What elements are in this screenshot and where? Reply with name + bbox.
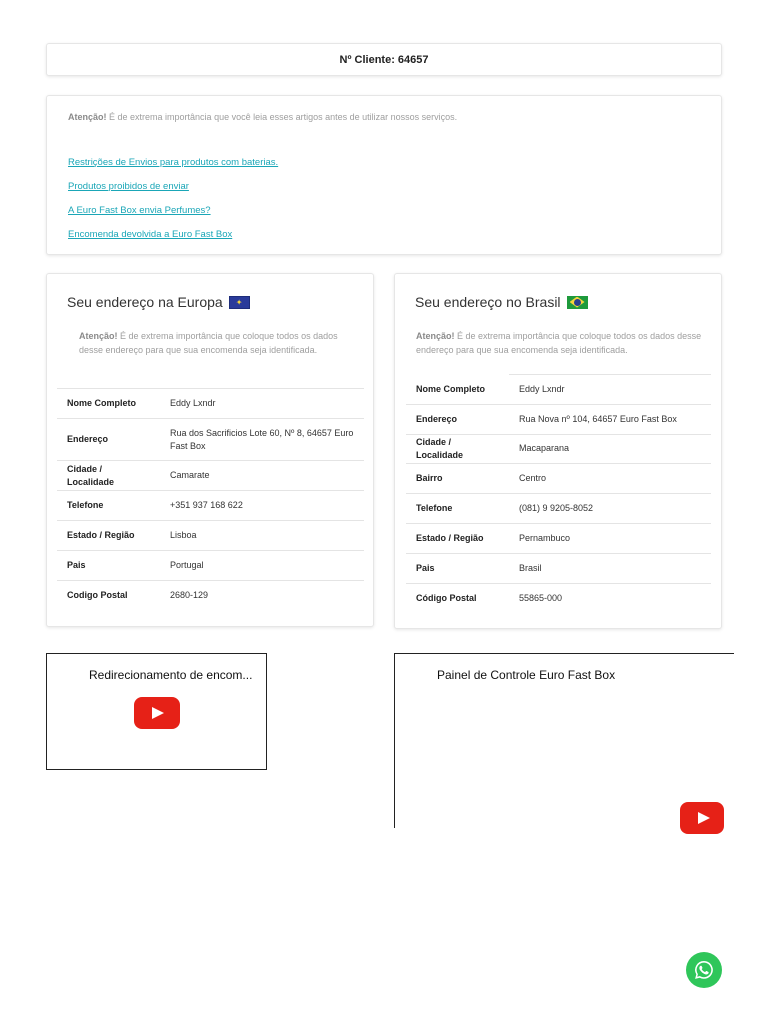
brazil-address-card: Seu endereço no Brasil Atenção! É de ext…	[394, 273, 722, 629]
brazil-attention: Atenção! É de extrema importância que co…	[416, 330, 706, 357]
row-key: Cidade / Localidade	[406, 433, 509, 464]
table-row: Pais Portugal	[57, 550, 364, 581]
eu-flag-icon	[228, 295, 250, 309]
table-row: Codigo Postal 2680-129	[57, 580, 364, 611]
client-number: Nº Cliente: 64657	[339, 54, 429, 66]
row-key: Estado / Região	[57, 520, 160, 551]
row-value[interactable]: Rua dos Sacrificios Lote 60, Nº 8, 64657…	[160, 418, 364, 461]
row-value[interactable]: Camarate	[160, 460, 364, 491]
table-row: Cidade / Localidade Macaparana	[406, 433, 711, 464]
attention-label: Atenção!	[79, 331, 118, 341]
whatsapp-icon	[695, 961, 713, 979]
row-value[interactable]: Rua Nova nº 104, 64657 Euro Fast Box	[509, 403, 711, 435]
attention-text: É de extrema importância que coloque tod…	[416, 331, 702, 355]
brazil-title-text: Seu endereço no Brasil	[415, 294, 561, 310]
row-value[interactable]: Pernambuco	[509, 522, 711, 554]
row-key: Nome Completo	[416, 383, 486, 394]
row-value[interactable]: Centro	[509, 463, 711, 494]
row-key: Codigo Postal	[57, 580, 160, 611]
europe-title-text: Seu endereço na Europa	[67, 294, 223, 310]
video-title[interactable]: Painel de Controle Euro Fast Box	[437, 668, 615, 682]
row-key: Código Postal	[406, 582, 509, 613]
brazil-flag-icon	[566, 295, 588, 309]
attention-text: É de extrema importância que coloque tod…	[79, 331, 338, 355]
row-value[interactable]: Eddy Lxndr	[160, 388, 364, 419]
europe-address-card: Seu endereço na Europa Atenção! É de ext…	[46, 273, 374, 627]
row-value[interactable]: (081) 9 9205-8052	[509, 493, 711, 524]
attention-label: Atenção!	[68, 112, 107, 122]
row-key: Telefone	[406, 493, 509, 524]
row-value[interactable]: 55865-000	[509, 582, 711, 613]
table-row: Estado / Região Lisboa	[57, 520, 364, 551]
video-redirect-embed[interactable]: Redirecionamento de encom...	[46, 653, 267, 770]
row-value[interactable]: +351 937 168 622	[160, 490, 364, 521]
row-value[interactable]: Portugal	[160, 550, 364, 581]
table-row: Estado / Região Pernambuco	[406, 522, 711, 554]
table-row: Pais Brasil	[406, 552, 711, 584]
link-battery-restrictions[interactable]: Restrições de Envios para produtos com b…	[68, 156, 700, 169]
table-row: Nome Completo Eddy Lxndr	[57, 388, 364, 419]
info-attention: Atenção! É de extrema importância que vo…	[68, 111, 700, 124]
table-row: Bairro Centro	[406, 463, 711, 494]
europe-attention: Atenção! É de extrema importância que co…	[79, 330, 341, 357]
info-card: Atenção! É de extrema importância que vo…	[46, 95, 722, 255]
row-key: Endereço	[57, 418, 160, 461]
europe-address-title: Seu endereço na Europa	[67, 294, 250, 310]
video-control-panel-embed[interactable]: Painel de Controle Euro Fast Box	[394, 653, 734, 834]
whatsapp-chat-button[interactable]	[686, 952, 722, 988]
row-value[interactable]: Brasil	[509, 552, 711, 584]
link-prohibited-products[interactable]: Produtos proibidos de enviar	[68, 180, 700, 193]
table-row: Cidade / Localidade Camarate	[57, 460, 364, 491]
table-row: Código Postal 55865-000	[406, 582, 711, 613]
row-key: Telefone	[57, 490, 160, 521]
link-perfumes[interactable]: A Euro Fast Box envia Perfumes?	[68, 204, 700, 217]
row-value[interactable]: 2680-129	[160, 580, 364, 611]
youtube-play-icon[interactable]	[134, 697, 180, 729]
row-key: Nome Completo	[57, 388, 160, 419]
attention-label: Atenção!	[416, 331, 455, 341]
article-links: Restrições de Envios para produtos com b…	[68, 156, 700, 241]
table-row: Endereço Rua dos Sacrificios Lote 60, Nº …	[57, 418, 364, 461]
row-key: Pais	[57, 550, 160, 581]
client-number-bar: Nº Cliente: 64657	[46, 43, 722, 76]
table-row: Telefone +351 937 168 622	[57, 490, 364, 521]
europe-address-table: Nome Completo Eddy Lxndr Endereço Rua dos …	[57, 388, 364, 611]
attention-text: É de extrema importância que você leia e…	[106, 112, 458, 122]
table-row: Nome Completo Eddy Lxndr	[406, 374, 711, 405]
brazil-address-table: Nome Completo Eddy Lxndr Endereço Rua Nova…	[406, 374, 711, 613]
row-key: Pais	[406, 552, 509, 584]
row-value[interactable]: Eddy Lxndr	[509, 374, 711, 405]
table-row: Endereço Rua Nova nº 104, 64657 Euro Fast…	[406, 403, 711, 435]
youtube-play-icon[interactable]	[680, 802, 724, 834]
video-title[interactable]: Redirecionamento de encom...	[89, 668, 252, 682]
row-value[interactable]: Macaparana	[509, 433, 711, 464]
brazil-address-title: Seu endereço no Brasil	[415, 294, 588, 310]
row-key: Estado / Região	[406, 522, 509, 554]
link-returned-package[interactable]: Encomenda devolvida a Euro Fast Box	[68, 228, 700, 241]
row-key: Endereço	[406, 403, 509, 435]
row-key: Cidade / Localidade	[57, 460, 160, 491]
row-key: Bairro	[406, 463, 509, 494]
table-row: Telefone (081) 9 9205-8052	[406, 493, 711, 524]
row-value[interactable]: Lisboa	[160, 520, 364, 551]
